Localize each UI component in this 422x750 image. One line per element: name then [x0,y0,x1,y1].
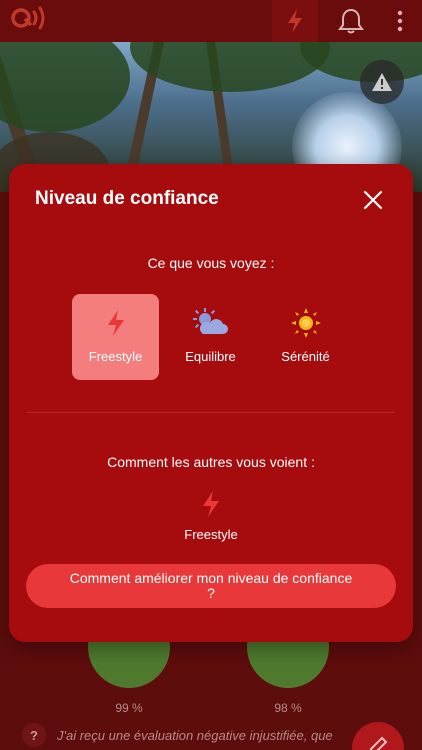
app-header [0,0,422,42]
confidence-modal: Niveau de confiance Ce que vous voyez : … [9,164,413,642]
bolt-icon [288,9,302,33]
pencil-icon [369,736,388,750]
bolt-icon [203,491,219,517]
sun-icon [290,308,321,338]
bolt-button[interactable] [272,0,318,42]
modal-title: Niveau de confiance [35,188,219,209]
signal-logo-icon[interactable] [10,4,50,32]
option-serenite[interactable]: Sérénité [262,294,349,380]
divider [27,412,395,413]
stat-percent: 99 % [115,701,143,715]
option-label: Equilibre [185,349,236,364]
bell-icon [338,8,364,34]
close-button[interactable] [359,186,387,214]
more-vertical-icon [397,10,403,32]
what-you-see-label: Ce que vous voyez : [147,255,275,271]
close-icon [363,190,383,210]
others-view: Freestyle [9,490,413,542]
improve-confidence-button[interactable]: Comment améliorer mon niveau de confianc… [26,564,396,608]
others-value: Freestyle [184,527,238,542]
bolt-icon [107,310,124,336]
option-label: Sérénité [281,349,330,364]
report-button[interactable] [360,60,404,104]
others-see-label: Comment les autres vous voient : [107,454,315,470]
sun-cloud-icon [192,308,228,334]
more-button[interactable] [380,0,420,42]
question-icon: ? [22,723,46,747]
notifications-button[interactable] [330,0,372,42]
help-text: J'ai reçu une évaluation négative injust… [57,727,333,743]
option-equilibre[interactable]: Equilibre [167,294,254,380]
option-freestyle[interactable]: Freestyle [72,294,159,380]
warning-icon [372,73,392,91]
option-label: Freestyle [88,349,143,364]
confidence-options: Freestyle Equilibre Sérénité [72,294,357,380]
stat-percent: 98 % [274,701,302,715]
